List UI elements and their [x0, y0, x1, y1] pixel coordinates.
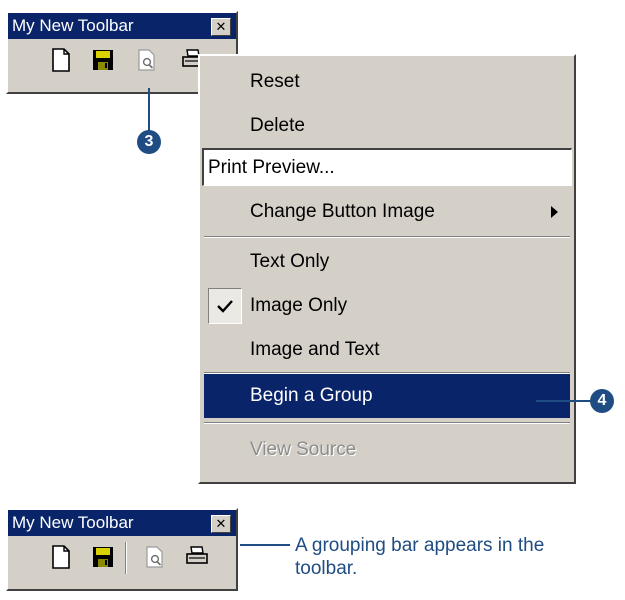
print-preview-button[interactable] [134, 47, 160, 73]
menu-item-delete[interactable]: Delete [204, 104, 570, 148]
menu-item-change-button-image[interactable]: Change Button Image [204, 190, 570, 234]
callout-4-badge: 4 [590, 389, 614, 413]
print-preview-button[interactable] [142, 544, 168, 570]
new-document-button[interactable] [48, 47, 74, 73]
new-document-icon [52, 48, 70, 72]
toolbar-context-menu: Reset Delete Change Button Image Text On… [198, 54, 576, 484]
menu-divider [204, 422, 570, 424]
caption-pointer-line [240, 544, 290, 546]
menu-item-reset[interactable]: Reset [204, 60, 570, 104]
menu-item-image-only[interactable]: Image Only [204, 284, 570, 328]
change-button-image-label: Change Button Image [250, 201, 435, 222]
callout-4-line [536, 400, 596, 402]
print-button[interactable] [184, 544, 210, 570]
save-icon [93, 50, 113, 70]
menu-item-view-source: View Source [204, 428, 570, 472]
printer-icon [186, 546, 208, 564]
button-name-field[interactable] [202, 148, 572, 186]
new-document-icon [52, 545, 70, 569]
menu-item-text-only[interactable]: Text Only [204, 240, 570, 284]
menu-item-image-and-text[interactable]: Image and Text [204, 328, 570, 372]
text-only-label: Text Only [250, 251, 330, 272]
menu-divider [204, 236, 570, 238]
callout-3-line [148, 88, 150, 132]
begin-group-label: Begin a Group [250, 385, 373, 406]
toolbar-title: My New Toolbar [12, 16, 134, 35]
save-icon [93, 547, 113, 567]
toolbar-title-bar[interactable]: My New Toolbar [8, 510, 236, 536]
checkmark-box [208, 288, 242, 324]
menu-item-begin-group[interactable]: Begin a Group [204, 374, 570, 418]
reset-label: Reset [250, 71, 300, 92]
view-source-label: View Source [250, 439, 357, 460]
delete-label: Delete [250, 115, 305, 136]
toolbar-title: My New Toolbar [12, 513, 134, 532]
checkmark-icon [217, 300, 233, 313]
print-preview-icon [138, 49, 155, 71]
new-document-button[interactable] [48, 544, 74, 570]
caption-text: A grouping bar appears in the toolbar. [295, 535, 545, 579]
close-button[interactable]: ✕ [211, 18, 231, 36]
toolbar-title-bar[interactable]: My New Toolbar [8, 13, 236, 39]
callout-3-badge: 3 [137, 130, 161, 154]
group-separator [125, 542, 127, 574]
image-and-text-label: Image and Text [250, 339, 380, 360]
image-only-label: Image Only [250, 295, 348, 316]
close-button[interactable]: ✕ [211, 515, 231, 533]
save-button[interactable] [90, 544, 116, 570]
save-button[interactable] [90, 47, 116, 73]
print-preview-icon [146, 546, 163, 568]
toolbar-bottom: My New Toolbar ✕ [6, 508, 238, 591]
submenu-arrow-icon [551, 206, 558, 218]
